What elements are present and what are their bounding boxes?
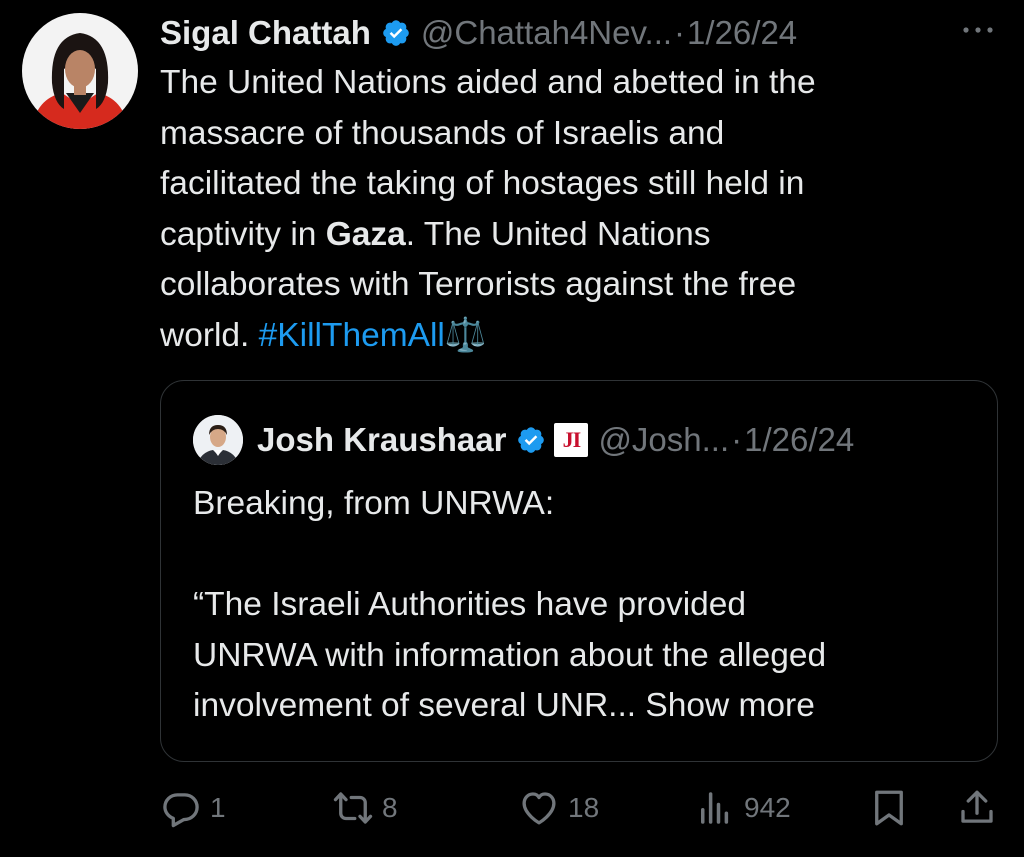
quoted-author-handle[interactable]: @Josh... [598, 421, 729, 459]
bookmark-button[interactable] [868, 780, 910, 836]
quoted-text-line: involvement of several UNR... Show more [193, 687, 815, 724]
text-segment: . The United Nations [405, 215, 711, 253]
quoted-verified-badge-icon[interactable] [516, 425, 546, 455]
quoted-avatar-image [193, 415, 243, 465]
text-segment: captivity in [160, 215, 326, 253]
share-button[interactable] [956, 780, 998, 836]
repost-count: 8 [382, 792, 398, 823]
hashtag-link[interactable]: #KillThemAll [259, 317, 445, 354]
quoted-text-line: Breaking, from UNRWA: [193, 485, 555, 522]
bold-keyword: Gaza [325, 215, 406, 253]
quoted-tweet-date[interactable]: 1/26/24 [744, 421, 854, 459]
tweet-text-line: collaborates with Terrorists against the… [160, 266, 797, 303]
tweet-header: Sigal Chattah @Chattah4Nev... · 1/26/24 [160, 10, 797, 56]
avatar-image [22, 13, 138, 129]
quoted-author-avatar[interactable] [193, 415, 243, 465]
tweet-text: The United Nations aided and abetted in … [160, 58, 980, 361]
views-button[interactable]: 942 [694, 780, 791, 836]
author-handle[interactable]: @Chattah4Nev... [421, 14, 672, 52]
like-button[interactable]: 18 [518, 780, 599, 836]
reply-button[interactable]: 1 [160, 780, 226, 836]
tweet-text-line: The United Nations aided and abetted in … [160, 64, 816, 101]
like-count: 18 [568, 792, 600, 823]
tweet-text-line: facilitated the taking of hostages still… [160, 165, 805, 202]
author-name[interactable]: Sigal Chattah [160, 14, 371, 52]
quoted-author-name[interactable]: Josh Kraushaar [257, 421, 506, 459]
tweet-text-line: massacre of thousands of Israelis and [160, 114, 725, 152]
repost-button[interactable]: 8 [332, 780, 398, 836]
tweet-action-bar: 1 8 18 942 [160, 780, 1000, 836]
quoted-tweet-card[interactable]: Josh Kraushaar JI @Josh... · 1/26/24 Bre… [160, 380, 998, 762]
verified-badge-icon[interactable] [381, 18, 411, 48]
reply-count: 1 [210, 792, 226, 823]
share-icon [961, 790, 993, 823]
quoted-tweet-header: Josh Kraushaar JI @Josh... · 1/26/24 [193, 413, 854, 467]
dot-separator: · [674, 14, 686, 51]
repost-icon [333, 792, 373, 824]
views-count: 942 [744, 792, 791, 823]
bookmark-icon [875, 790, 903, 826]
dot-separator: · [731, 421, 743, 458]
text-segment: world. [160, 316, 259, 354]
more-options-icon[interactable] [958, 18, 998, 42]
heart-icon [522, 792, 556, 825]
quoted-text-line: UNRWA with information about the alleged [193, 636, 827, 674]
tweet-date[interactable]: 1/26/24 [687, 14, 797, 52]
scales-emoji: ⚖️ [444, 316, 487, 354]
tweet-text-line: captivity in Gaza. The United Nations [160, 210, 980, 261]
quoted-text-line: “The Israeli Authorities have provided [193, 586, 747, 623]
affiliate-badge-icon[interactable]: JI [554, 423, 589, 457]
quoted-tweet-text: Breaking, from UNRWA: “The Israeli Autho… [193, 479, 973, 732]
author-avatar[interactable] [22, 13, 138, 129]
reply-icon [163, 793, 199, 828]
views-chart-icon [701, 792, 729, 824]
tweet-text-line: world. #KillThemAll⚖️ [160, 311, 980, 362]
